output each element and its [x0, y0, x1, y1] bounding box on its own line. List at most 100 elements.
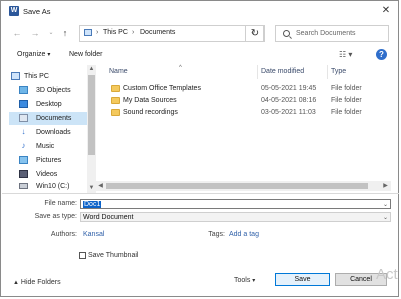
file-name: Custom Office Templates — [123, 85, 201, 92]
chevron-down-icon[interactable]: ⌄ — [383, 201, 388, 208]
organize-button[interactable]: Organize ▾ — [17, 51, 50, 58]
cube-icon — [19, 86, 28, 94]
authors-label: Authors: — [50, 231, 77, 238]
divider — [2, 193, 399, 194]
sidebar-item-3d-objects[interactable]: 3D Objects — [9, 84, 89, 97]
file-date: 03-05-2021 11:03 — [261, 109, 316, 116]
save-as-type-select[interactable]: Word Document ⌄ — [80, 212, 391, 222]
pictures-icon — [19, 156, 28, 164]
sidebar-item-label: 3D Objects — [36, 87, 71, 94]
sidebar-item-this-pc[interactable]: This PC — [9, 70, 89, 83]
sidebar-item-videos[interactable]: Videos — [9, 168, 89, 181]
save-as-type-value: Word Document — [83, 214, 134, 221]
file-name-value: Doc1 — [83, 201, 102, 208]
scroll-down-icon[interactable]: ▼ — [87, 184, 96, 193]
title-bar: W Save As ✕ — [1, 1, 398, 21]
breadcrumb-separator-icon: › — [96, 29, 99, 36]
column-divider[interactable] — [257, 65, 258, 79]
search-placeholder: Search Documents — [296, 30, 356, 37]
close-icon[interactable]: ✕ — [379, 4, 393, 18]
sidebar-item-label: This PC — [24, 73, 49, 80]
sidebar-item-documents[interactable]: Documents — [9, 112, 89, 125]
music-icon: ♪ — [21, 141, 26, 150]
file-name: Sound recordings — [123, 109, 178, 116]
file-list: ^ Name Date modified Type Custom Office … — [99, 65, 391, 193]
save-as-type-label: Save as type: — [34, 213, 77, 220]
horizontal-scrollbar[interactable]: ◀ ▶ — [96, 181, 391, 191]
authors-field[interactable]: Kansal — [83, 231, 104, 238]
pc-icon — [11, 72, 20, 80]
window-title: Save As — [23, 7, 51, 16]
column-header-type[interactable]: Type — [331, 68, 346, 75]
hide-folders-button[interactable]: ▲ Hide Folders — [13, 279, 61, 286]
column-header-date-modified[interactable]: Date modified — [261, 68, 304, 75]
scrollbar-thumb[interactable] — [88, 75, 95, 155]
sidebar-item-label: Desktop — [36, 101, 62, 108]
file-name-label: File name: — [44, 200, 77, 207]
chevron-up-icon: ▲ — [13, 280, 19, 286]
sidebar-item-label: Documents — [36, 115, 72, 122]
documents-icon — [19, 114, 28, 122]
save-thumbnail-checkbox[interactable] — [79, 252, 86, 259]
table-row[interactable]: My Data Sources 04-05-2021 08:16 File fo… — [99, 95, 391, 107]
refresh-icon[interactable]: ↻ — [245, 25, 265, 42]
this-pc-icon — [84, 29, 92, 36]
tools-dropdown[interactable]: Tools ▾ — [234, 277, 255, 284]
file-date: 04-05-2021 08:16 — [261, 97, 317, 104]
view-options-icon[interactable]: ☷ ▾ — [339, 50, 352, 59]
forward-arrow-icon[interactable]: → — [29, 27, 41, 39]
scroll-up-icon[interactable]: ▲ — [87, 65, 96, 74]
videos-icon — [19, 170, 28, 178]
scrollbar-thumb[interactable] — [106, 183, 368, 189]
breadcrumb-separator-icon: › — [132, 29, 135, 36]
search-input[interactable]: Search Documents — [275, 25, 389, 42]
activation-watermark: Act — [376, 266, 398, 283]
file-type: File folder — [331, 109, 362, 116]
breadcrumb-documents[interactable]: Documents — [140, 29, 175, 36]
sidebar-item-win10-drive[interactable]: Win10 (C:) — [9, 182, 89, 193]
sidebar-item-pictures[interactable]: Pictures — [9, 154, 89, 167]
recent-locations-chevron-icon[interactable]: ⌄ — [45, 27, 57, 39]
sidebar-item-desktop[interactable]: Desktop — [9, 98, 89, 111]
chevron-down-icon: ⌄ — [383, 215, 389, 221]
new-folder-button[interactable]: New folder — [69, 51, 102, 58]
scroll-left-icon[interactable]: ◀ — [96, 181, 105, 191]
file-name-field[interactable]: Doc1 ⌄ — [80, 199, 391, 209]
file-type: File folder — [331, 85, 362, 92]
word-app-icon: W — [9, 6, 19, 16]
table-row[interactable]: Sound recordings 03-05-2021 11:03 File f… — [99, 107, 391, 119]
chevron-down-icon: ▾ — [47, 52, 51, 58]
back-arrow-icon[interactable]: ← — [11, 27, 23, 39]
sidebar-item-downloads[interactable]: ↓ Downloads — [9, 126, 89, 139]
table-row[interactable]: Custom Office Templates 05-05-2021 19:45… — [99, 83, 391, 95]
nav-pane-scrollbar[interactable]: ▲ ▼ — [87, 65, 96, 193]
scroll-right-icon[interactable]: ▶ — [381, 181, 390, 191]
breadcrumb-this-pc[interactable]: This PC — [103, 29, 128, 36]
sidebar-item-music[interactable]: ♪ Music — [9, 140, 89, 153]
folder-icon — [111, 109, 120, 116]
save-as-dialog: W Save As ✕ ← → ⌄ ↑ › This PC › Document… — [0, 0, 399, 297]
chevron-down-icon: ▾ — [252, 278, 256, 284]
tags-field[interactable]: Add a tag — [229, 231, 259, 238]
save-thumbnail-label: Save Thumbnail — [88, 252, 139, 259]
search-icon — [283, 30, 290, 37]
folder-icon — [111, 97, 120, 104]
folder-icon — [111, 85, 120, 92]
column-header-name[interactable]: Name — [109, 68, 128, 75]
file-name: My Data Sources — [123, 97, 177, 104]
sidebar-item-label: Music — [36, 143, 55, 150]
file-type: File folder — [331, 97, 362, 104]
sidebar-item-label: Pictures — [36, 157, 62, 164]
save-button[interactable]: Save — [275, 273, 330, 286]
navigation-pane: This PC 3D Objects Desktop Documents ↓ D… — [9, 65, 96, 193]
sort-ascending-icon: ^ — [179, 65, 182, 71]
file-date: 05-05-2021 19:45 — [261, 85, 317, 92]
help-icon[interactable]: ? — [376, 49, 387, 60]
column-divider[interactable] — [327, 65, 328, 79]
sidebar-item-label: Win10 (C:) — [36, 183, 70, 190]
address-bar[interactable]: › This PC › Documents ⌄ — [79, 25, 264, 42]
tags-label: Tags: — [208, 231, 225, 238]
sidebar-item-label: Videos — [36, 171, 58, 178]
up-arrow-icon[interactable]: ↑ — [59, 27, 71, 39]
desktop-icon — [19, 100, 28, 108]
